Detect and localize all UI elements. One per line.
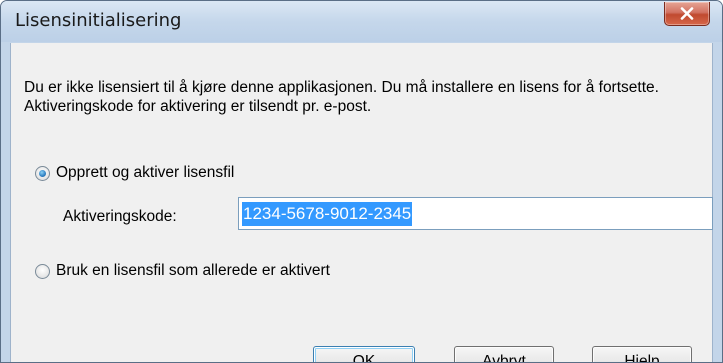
license-message: Du er ikke lisensiert til å kjøre denne … [24,79,659,115]
title-bar[interactable]: Lisensinitialisering [1,1,722,42]
radio-existing-license[interactable]: Bruk en lisensfil som allerede er aktive… [35,262,330,280]
radio-button-unselected[interactable] [35,263,50,279]
radio-create-license[interactable]: Opprett og aktiver lisensfil [35,164,234,182]
radio-dot-icon [39,169,46,177]
license-dialog-window: Lisensinitialisering Du er ikke lisensie… [0,0,723,363]
radio-existing-label: Bruk en lisensfil som allerede er aktive… [56,262,330,279]
help-button[interactable]: Hjelp [592,346,692,362]
activation-code-label: Aktiveringskode: [63,208,177,225]
ok-button[interactable]: OK [313,346,415,362]
window-title: Lisensinitialisering [15,10,182,31]
radio-button-selected[interactable] [35,165,50,181]
activation-code-value: 1234-5678-9012-2345 [242,201,413,226]
activation-code-input[interactable]: 1234-5678-9012-2345 [238,197,713,230]
cancel-button[interactable]: Avbryt [454,346,554,362]
close-icon [680,7,694,20]
dialog-body: Du er ikke lisensiert til å kjøre denne … [10,43,713,362]
radio-create-label: Opprett og aktiver lisensfil [56,164,235,181]
close-button[interactable] [664,2,710,26]
